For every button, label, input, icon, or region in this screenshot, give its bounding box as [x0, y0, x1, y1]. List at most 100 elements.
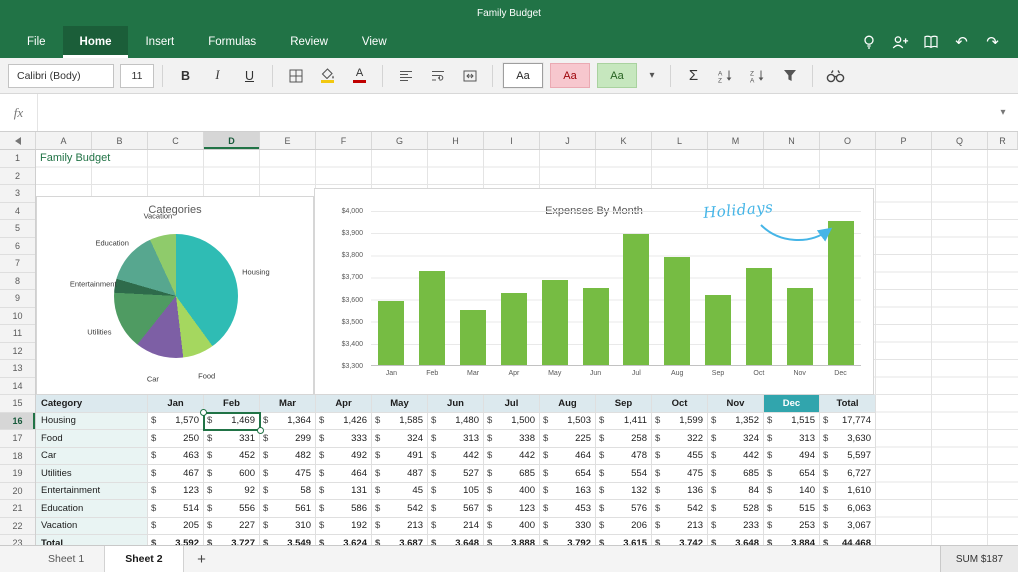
find-icon[interactable]: [821, 63, 850, 89]
ribbon-tab-insert[interactable]: Insert: [128, 26, 191, 58]
value-cell[interactable]: $322: [652, 430, 708, 448]
autosum-button[interactable]: Σ: [679, 63, 708, 89]
cell-style-bad-button[interactable]: Aa: [550, 63, 590, 88]
sort-descending-button[interactable]: ZA: [743, 63, 772, 89]
row-header-8[interactable]: 8: [0, 273, 35, 291]
value-cell[interactable]: $338: [484, 430, 540, 448]
value-cell[interactable]: $3,592: [148, 535, 204, 545]
value-cell[interactable]: $400: [484, 483, 540, 501]
totals-label-cell[interactable]: Total: [36, 535, 148, 545]
sheet-tab-sheet-1[interactable]: Sheet 1: [28, 546, 104, 572]
table-header-may[interactable]: May: [372, 395, 428, 413]
value-cell[interactable]: $478: [596, 448, 652, 466]
table-header-oct[interactable]: Oct: [652, 395, 708, 413]
table-header-apr[interactable]: Apr: [316, 395, 372, 413]
table-header-jan[interactable]: Jan: [148, 395, 204, 413]
row-header-3[interactable]: 3: [0, 185, 35, 203]
fill-color-button[interactable]: [313, 63, 342, 89]
value-cell[interactable]: $561: [260, 500, 316, 518]
row-header-5[interactable]: 5: [0, 220, 35, 238]
value-cell[interactable]: $17,774: [820, 413, 876, 431]
value-cell[interactable]: $206: [596, 518, 652, 536]
value-cell[interactable]: $685: [484, 465, 540, 483]
column-header-f[interactable]: F: [316, 132, 372, 149]
value-cell[interactable]: $3,624: [316, 535, 372, 545]
row-header-7[interactable]: 7: [0, 255, 35, 273]
category-cell[interactable]: Vacation: [36, 518, 148, 536]
row-header-6[interactable]: 6: [0, 238, 35, 256]
value-cell[interactable]: $1,426: [316, 413, 372, 431]
value-cell[interactable]: $514: [148, 500, 204, 518]
value-cell[interactable]: $482: [260, 448, 316, 466]
value-cell[interactable]: $1,599: [652, 413, 708, 431]
value-cell[interactable]: $330: [540, 518, 596, 536]
table-header-jul[interactable]: Jul: [484, 395, 540, 413]
value-cell[interactable]: $455: [652, 448, 708, 466]
value-cell[interactable]: $3,884: [764, 535, 820, 545]
value-cell[interactable]: $3,888: [484, 535, 540, 545]
row-header-4[interactable]: 4: [0, 203, 35, 221]
font-name-select[interactable]: Calibri (Body): [8, 64, 114, 88]
column-header-n[interactable]: N: [764, 132, 820, 149]
column-header-l[interactable]: L: [652, 132, 708, 149]
wrap-text-button[interactable]: [423, 63, 452, 89]
value-cell[interactable]: $576: [596, 500, 652, 518]
category-cell[interactable]: Housing: [36, 413, 148, 431]
value-cell[interactable]: $442: [708, 448, 764, 466]
category-cell[interactable]: Entertainment: [36, 483, 148, 501]
table-header-total[interactable]: Total: [820, 395, 876, 413]
value-cell[interactable]: $331: [204, 430, 260, 448]
value-cell[interactable]: $442: [428, 448, 484, 466]
ribbon-tab-file[interactable]: File: [10, 26, 63, 58]
value-cell[interactable]: $310: [260, 518, 316, 536]
underline-button[interactable]: U: [235, 63, 264, 89]
value-cell[interactable]: $6,063: [820, 500, 876, 518]
column-header-h[interactable]: H: [428, 132, 484, 149]
lightbulb-icon[interactable]: [853, 26, 884, 58]
value-cell[interactable]: $1,515: [764, 413, 820, 431]
value-cell[interactable]: $492: [316, 448, 372, 466]
selected-cell-outline[interactable]: [203, 412, 261, 431]
column-header-c[interactable]: C: [148, 132, 204, 149]
value-cell[interactable]: $467: [148, 465, 204, 483]
value-cell[interactable]: $464: [540, 448, 596, 466]
row-header-2[interactable]: 2: [0, 168, 35, 186]
value-cell[interactable]: $475: [652, 465, 708, 483]
value-cell[interactable]: $3,549: [260, 535, 316, 545]
value-cell[interactable]: $452: [204, 448, 260, 466]
value-cell[interactable]: $3,067: [820, 518, 876, 536]
value-cell[interactable]: $527: [428, 465, 484, 483]
value-cell[interactable]: $654: [540, 465, 596, 483]
row-header-14[interactable]: 14: [0, 378, 35, 396]
ribbon-tab-home[interactable]: Home: [63, 26, 129, 58]
value-cell[interactable]: $3,648: [708, 535, 764, 545]
table-header-category[interactable]: Category: [36, 395, 148, 413]
column-header-o[interactable]: O: [820, 132, 876, 149]
filter-button[interactable]: [775, 63, 804, 89]
value-cell[interactable]: $1,352: [708, 413, 764, 431]
pie-chart[interactable]: Categories HousingFoodCarUtilitiesEntert…: [36, 196, 314, 395]
value-cell[interactable]: $1,503: [540, 413, 596, 431]
add-person-icon[interactable]: [884, 26, 915, 58]
value-cell[interactable]: $6,727: [820, 465, 876, 483]
column-header-g[interactable]: G: [372, 132, 428, 149]
value-cell[interactable]: $333: [316, 430, 372, 448]
table-header-feb[interactable]: Feb: [204, 395, 260, 413]
value-cell[interactable]: $214: [428, 518, 484, 536]
value-cell[interactable]: $586: [316, 500, 372, 518]
column-header-p[interactable]: P: [876, 132, 932, 149]
sum-status[interactable]: SUM $187: [940, 546, 1018, 572]
value-cell[interactable]: $253: [764, 518, 820, 536]
formula-bar-expand-icon[interactable]: ▾: [988, 94, 1018, 131]
value-cell[interactable]: $205: [148, 518, 204, 536]
value-cell[interactable]: $1,364: [260, 413, 316, 431]
value-cell[interactable]: $250: [148, 430, 204, 448]
row-header-22[interactable]: 22: [0, 518, 35, 536]
value-cell[interactable]: $3,630: [820, 430, 876, 448]
row-header-21[interactable]: 21: [0, 500, 35, 518]
row-header-1[interactable]: 1: [0, 150, 35, 168]
value-cell[interactable]: $475: [260, 465, 316, 483]
row-header-19[interactable]: 19: [0, 465, 35, 483]
category-cell[interactable]: Car: [36, 448, 148, 466]
value-cell[interactable]: $123: [148, 483, 204, 501]
